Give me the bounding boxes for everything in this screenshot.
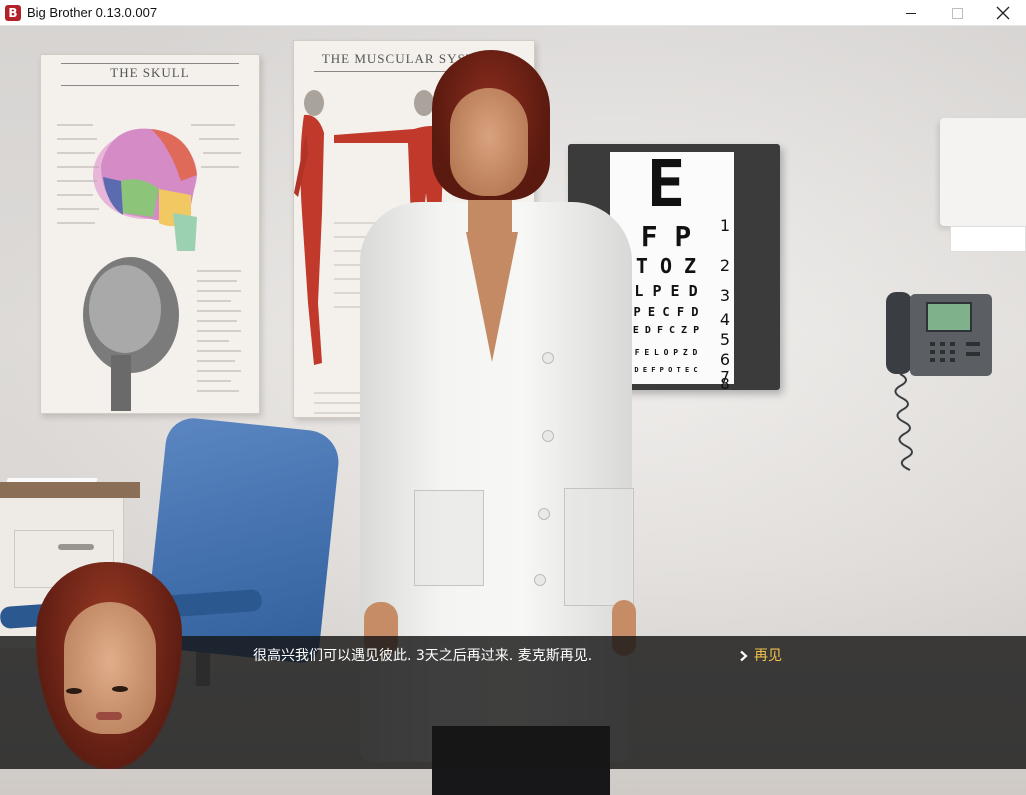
coat-button xyxy=(538,508,550,520)
coat-neckline xyxy=(466,232,518,362)
wall-phone xyxy=(910,294,992,376)
portrait-eye xyxy=(66,688,82,694)
coat-button xyxy=(542,430,554,442)
chevron-right-icon xyxy=(740,650,748,662)
close-button[interactable] xyxy=(980,0,1026,26)
paper-towel-dispenser xyxy=(940,118,1026,226)
phone-screen xyxy=(926,302,972,332)
choice-label: 再见 xyxy=(754,648,782,664)
doctor-face xyxy=(450,88,528,196)
eye-chart-number: 4 xyxy=(719,310,731,329)
portrait-lips xyxy=(96,712,122,720)
skull-poster: THE SKULL xyxy=(40,54,260,414)
eye-chart-number: 1 xyxy=(719,216,731,235)
drawer-handle xyxy=(58,544,94,550)
phone-cord xyxy=(894,374,913,471)
window-titlebar: B Big Brother 0.13.0.007 xyxy=(0,0,1026,26)
poster-rule xyxy=(61,63,239,64)
dialogue-text: 很高兴我们可以遇见彼此. 3天之后再过来. 麦克斯再见. xyxy=(253,648,593,664)
speaker-portrait xyxy=(36,562,182,769)
phone-handset xyxy=(886,292,912,374)
eye-chart-number: 3 xyxy=(719,286,731,305)
skull-illustration xyxy=(57,124,241,411)
eye-chart-number: 6 xyxy=(719,350,731,369)
eye-chart-number: 2 xyxy=(719,256,731,275)
goodbye-choice[interactable]: 再见 xyxy=(738,646,782,666)
coat-pocket xyxy=(564,488,634,606)
app-icon: B xyxy=(5,5,21,21)
coat-button xyxy=(542,352,554,364)
desk-top xyxy=(0,482,140,498)
coat-button xyxy=(534,574,546,586)
paper-towel xyxy=(950,226,1026,252)
eye-chart-row: E xyxy=(646,148,686,222)
minimize-button[interactable] xyxy=(888,0,934,26)
maximize-button[interactable] xyxy=(934,0,980,26)
eye-chart-number: 5 xyxy=(719,330,731,349)
skull-poster-title: THE SKULL xyxy=(110,65,190,80)
close-icon xyxy=(996,6,1010,20)
window-title: Big Brother 0.13.0.007 xyxy=(27,5,158,20)
coat-pocket xyxy=(414,490,484,586)
portrait-eye xyxy=(112,686,128,692)
